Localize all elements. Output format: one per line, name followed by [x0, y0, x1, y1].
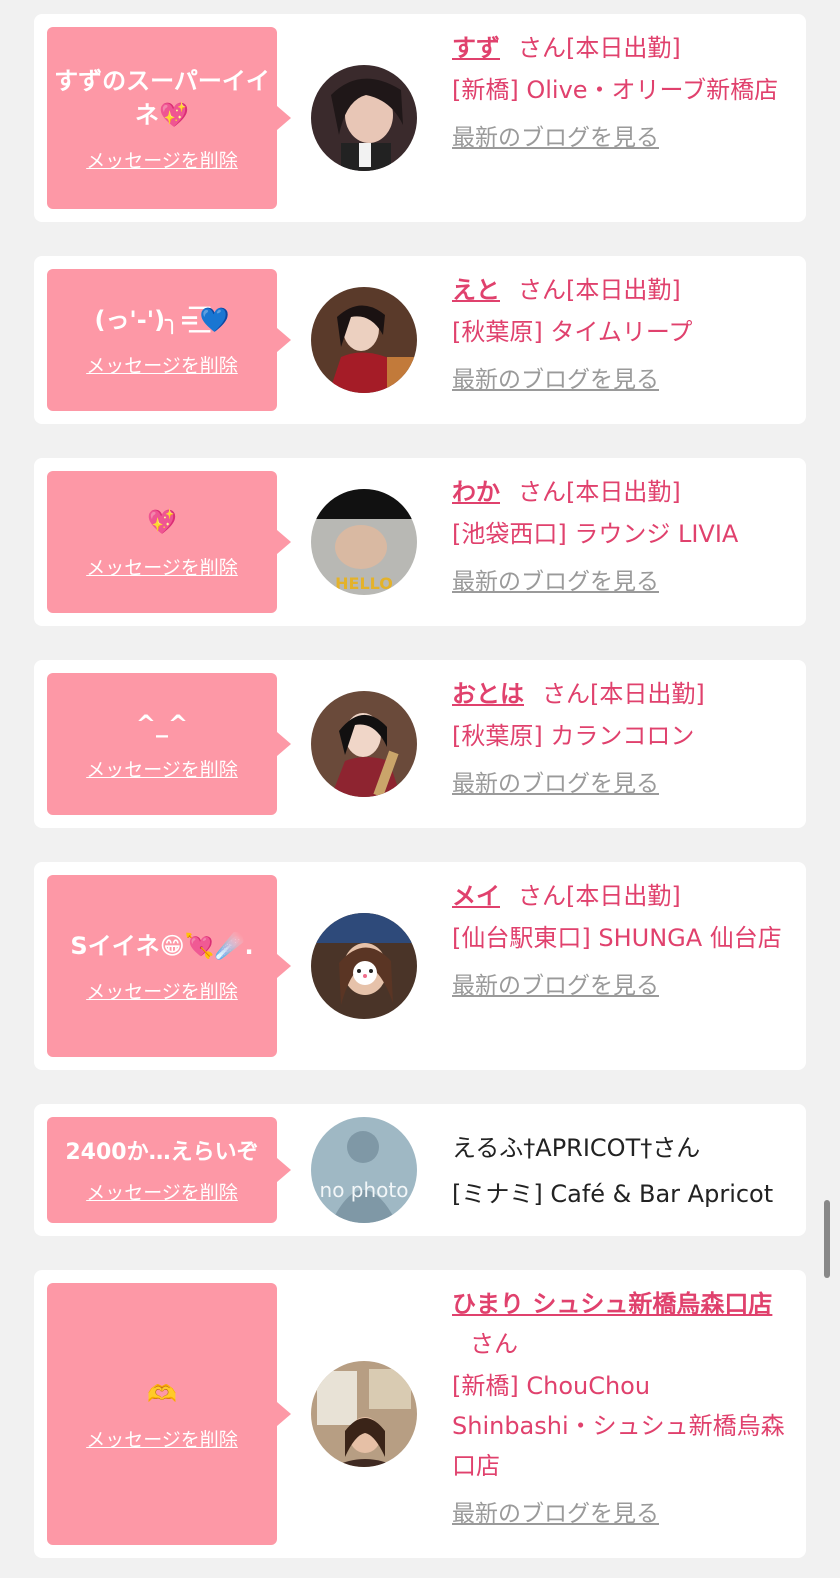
message-text: 💖: [147, 507, 177, 536]
cast-info: ひまり シュシュ新橋烏森口店さん [新橋] ChouChou Shinbashi…: [452, 1284, 792, 1532]
shop-name: [新橋] Olive・オリーブ新橋店: [452, 76, 779, 104]
delete-message-link[interactable]: メッセージを削除: [86, 553, 238, 580]
avatar[interactable]: [311, 691, 417, 797]
message-card: 🫶 メッセージを削除 ひまり シュシュ新橋烏森口店さん [新橋] ChouCho…: [34, 1270, 806, 1558]
shop-name: [池袋西口] ラウンジ LIVIA: [452, 520, 739, 548]
cast-name-link[interactable]: すず: [452, 34, 500, 62]
cast-status: さん[本日出勤]: [518, 882, 681, 910]
cast-name-link[interactable]: おとは: [452, 680, 524, 708]
latest-blog-link[interactable]: 最新のブログを見る: [452, 1496, 792, 1532]
latest-blog-link[interactable]: 最新のブログを見る: [452, 968, 792, 1004]
hello-text: HELLO: [335, 574, 393, 593]
cast-name-link[interactable]: ひまり シュシュ新橋烏森口店: [452, 1290, 772, 1318]
shop-name: [仙台駅東口] SHUNGA 仙台店: [452, 924, 782, 952]
cast-info: えるふ†APRICOT†さん [ミナミ] Café & Bar Apricot: [452, 1128, 802, 1214]
delete-message-link[interactable]: メッセージを削除: [86, 977, 238, 1004]
message-bubble: ^_^ メッセージを削除: [47, 673, 291, 815]
message-bubble: 2400か…えらいぞ メッセージを削除: [47, 1117, 291, 1223]
message-text: 🫶: [147, 1379, 177, 1408]
cast-name: えるふ†APRICOT†さん: [452, 1134, 701, 1162]
shop-name: [新橋] ChouChou Shinbashi・シュシュ新橋烏森口店: [452, 1372, 785, 1480]
message-text: Sイイネ😁💘☄️.: [70, 931, 254, 960]
delete-message-link[interactable]: メッセージを削除: [86, 1425, 238, 1452]
cast-name-link[interactable]: メイ: [452, 882, 500, 910]
cast-status: さん: [470, 1330, 518, 1358]
latest-blog-link[interactable]: 最新のブログを見る: [452, 766, 792, 802]
message-bubble: 🫶 メッセージを削除: [47, 1283, 291, 1545]
message-card: (っ'-')╮=͟͟͞͞💙 メッセージを削除 えと さん[本日出勤] [秋葉原] …: [34, 256, 806, 424]
shop-name: [ミナミ] Café & Bar Apricot: [452, 1180, 774, 1208]
message-card: 2400か…えらいぞ メッセージを削除 no photo えるふ†APRICOT…: [34, 1104, 806, 1236]
message-card: ^_^ メッセージを削除 おとは さん[本日出勤] [秋葉原] カランコロン 最新…: [34, 660, 806, 828]
message-bubble: Sイイネ😁💘☄️. メッセージを削除: [47, 875, 291, 1057]
avatar[interactable]: [311, 913, 417, 1019]
delete-message-link[interactable]: メッセージを削除: [86, 755, 238, 782]
message-card: Sイイネ😁💘☄️. メッセージを削除 メイ さん[本日出勤] [仙台駅東口] SH…: [34, 862, 806, 1070]
cast-status: さん[本日出勤]: [542, 680, 705, 708]
latest-blog-link[interactable]: 最新のブログを見る: [452, 362, 792, 398]
latest-blog-link[interactable]: 最新のブログを見る: [452, 564, 792, 600]
message-bubble: 💖 メッセージを削除: [47, 471, 291, 613]
scrollbar[interactable]: [824, 1200, 830, 1278]
shop-name: [秋葉原] カランコロン: [452, 722, 695, 750]
no-photo-text: no photo: [320, 1178, 409, 1202]
cast-info: おとは さん[本日出勤] [秋葉原] カランコロン 最新のブログを見る: [452, 674, 792, 802]
cast-info: えと さん[本日出勤] [秋葉原] タイムリープ 最新のブログを見る: [452, 270, 792, 398]
message-card: 💖 メッセージを削除 HELLO わか さん[本日出勤] [池袋西口] ラウンジ …: [34, 458, 806, 626]
cast-status: さん[本日出勤]: [518, 34, 681, 62]
cast-info: すず さん[本日出勤] [新橋] Olive・オリーブ新橋店 最新のブログを見る: [452, 28, 792, 156]
cast-status: さん[本日出勤]: [518, 276, 681, 304]
cast-name-link[interactable]: わか: [452, 478, 500, 506]
delete-message-link[interactable]: メッセージを削除: [86, 1178, 238, 1205]
cast-info: メイ さん[本日出勤] [仙台駅東口] SHUNGA 仙台店 最新のブログを見る: [452, 876, 792, 1004]
cast-status: さん[本日出勤]: [518, 478, 681, 506]
cast-name-link[interactable]: えと: [452, 276, 500, 304]
message-text: ^_^: [135, 709, 189, 738]
message-bubble: すずのスーパーイイネ💖 メッセージを削除: [47, 27, 291, 209]
message-text: (っ'-')╮=͟͟͞͞💙: [94, 305, 230, 334]
avatar[interactable]: [311, 1361, 417, 1467]
cast-info: わか さん[本日出勤] [池袋西口] ラウンジ LIVIA 最新のブログを見る: [452, 472, 792, 600]
latest-blog-link[interactable]: 最新のブログを見る: [452, 120, 792, 156]
avatar[interactable]: no photo: [311, 1117, 417, 1223]
delete-message-link[interactable]: メッセージを削除: [86, 351, 238, 378]
message-text: 2400か…えらいぞ: [65, 1139, 259, 1165]
message-bubble: (っ'-')╮=͟͟͞͞💙 メッセージを削除: [47, 269, 291, 411]
delete-message-link[interactable]: メッセージを削除: [86, 146, 238, 173]
message-text: すずのスーパーイイネ💖: [54, 66, 270, 129]
avatar[interactable]: HELLO: [311, 489, 417, 595]
message-card: すずのスーパーイイネ💖 メッセージを削除 すず さん[本日出勤] [新橋] Oli…: [34, 14, 806, 222]
avatar[interactable]: [311, 287, 417, 393]
avatar[interactable]: [311, 65, 417, 171]
shop-name: [秋葉原] タイムリープ: [452, 318, 693, 346]
